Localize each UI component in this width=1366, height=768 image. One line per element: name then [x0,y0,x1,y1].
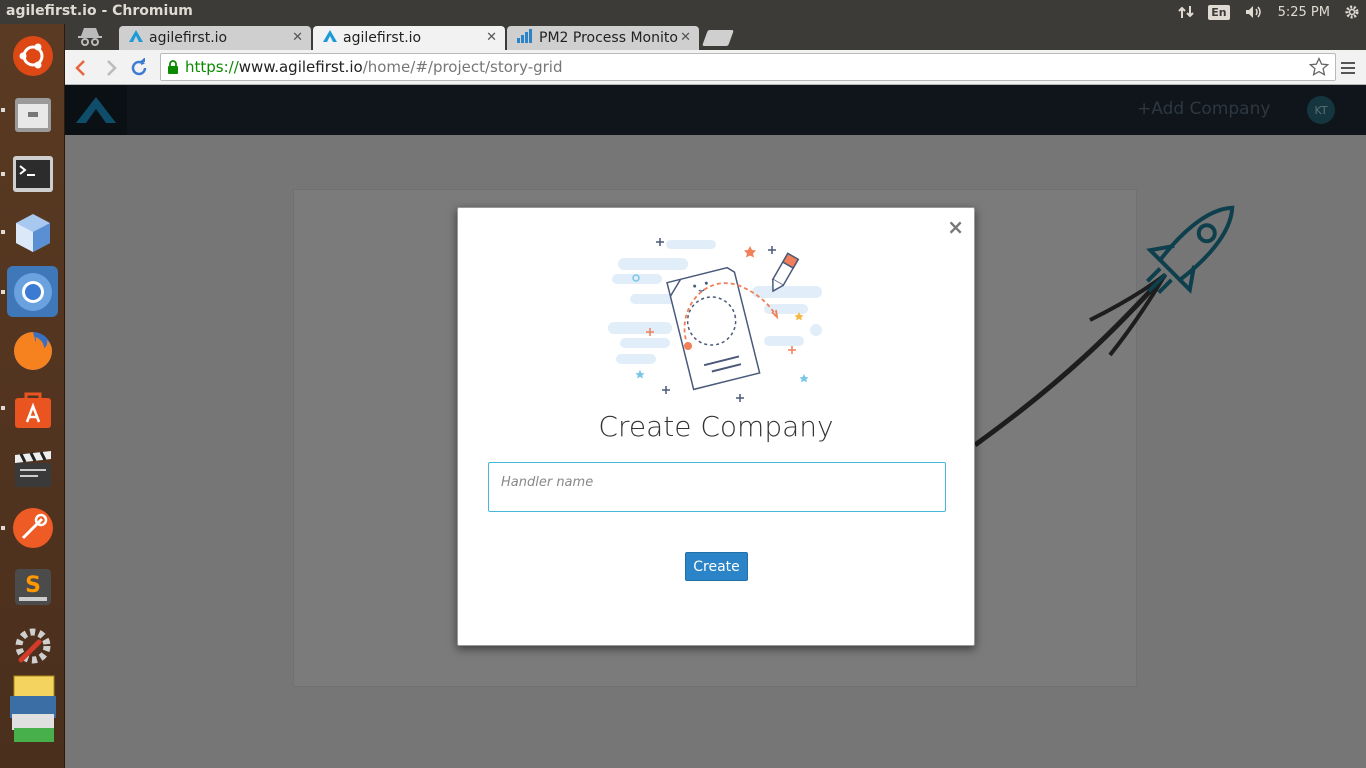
url-scheme: https:// [185,58,239,76]
svg-text:S: S [25,573,41,598]
virtualbox-icon[interactable] [7,207,58,258]
forward-button[interactable] [99,56,123,80]
postman-icon[interactable] [7,502,58,553]
pm2-favicon-icon [517,29,533,47]
tab-agilefirst-2[interactable]: agilefirst.io ✕ [313,26,505,50]
software-center-icon[interactable] [7,384,58,435]
address-bar[interactable]: https://www.agilefirst.io/home/#/project… [160,53,1336,81]
tab-label: agilefirst.io [149,30,228,46]
agilefirst-favicon-icon [323,30,337,46]
system-settings-icon[interactable] [7,620,58,671]
agilefirst-favicon-icon [129,30,143,46]
create-button[interactable]: Create [685,552,748,581]
url-path: /home/#/project/story-grid [362,58,563,76]
tab-label: agilefirst.io [343,30,422,46]
video-editor-icon[interactable] [7,443,58,494]
close-tab-icon[interactable]: ✕ [680,30,691,45]
modal-title: Create Company [598,410,834,443]
terminal-icon[interactable] [7,148,58,199]
document-illustration-icon [604,232,830,404]
bookmark-star-icon[interactable] [1308,56,1330,81]
page-viewport: +Add Company KT × [65,85,1366,768]
close-tab-icon[interactable]: ✕ [486,30,497,45]
clock[interactable]: 5:25 PM [1278,5,1330,20]
url-host: www.agilefirst.io [238,58,363,76]
browser-toolbar: https://www.agilefirst.io/home/#/project… [65,50,1366,85]
unity-launcher: S [0,24,65,768]
files-icon[interactable] [7,88,58,139]
menu-icon[interactable] [1337,56,1361,80]
volume-icon[interactable] [1244,4,1264,20]
chromium-icon[interactable] [7,266,58,317]
reload-button[interactable] [127,56,151,80]
back-button[interactable] [69,56,93,80]
network-icon[interactable] [1178,4,1194,20]
new-tab-button[interactable] [702,30,734,46]
firefox-icon[interactable] [7,325,58,376]
create-company-modal: × Create Company Handler name Create [457,207,975,646]
tab-agilefirst-1[interactable]: agilefirst.io ✕ [119,26,311,50]
tab-pm2-monitor[interactable]: PM2 Process Monito ✕ [507,26,699,50]
lock-icon [167,60,179,74]
sublime-text-icon[interactable]: S [7,561,58,612]
tab-label: PM2 Process Monito [539,30,678,46]
handler-name-input[interactable] [488,462,946,512]
window-title: agilefirst.io - Chromium [6,3,193,19]
gear-icon[interactable] [1344,4,1360,20]
keyboard-layout-indicator[interactable]: En [1208,4,1230,20]
notes-icon[interactable] [7,674,58,754]
close-icon[interactable]: × [947,217,964,237]
incognito-icon [75,26,105,52]
system-tray: En 5:25 PM [1178,0,1366,24]
ubuntu-dash-icon[interactable] [7,30,58,81]
ubuntu-top-panel: agilefirst.io - Chromium En 5:25 PM [0,0,1366,24]
browser-tab-strip: agilefirst.io ✕ agilefirst.io ✕ PM2 Proc… [65,24,1366,50]
close-tab-icon[interactable]: ✕ [292,30,303,45]
